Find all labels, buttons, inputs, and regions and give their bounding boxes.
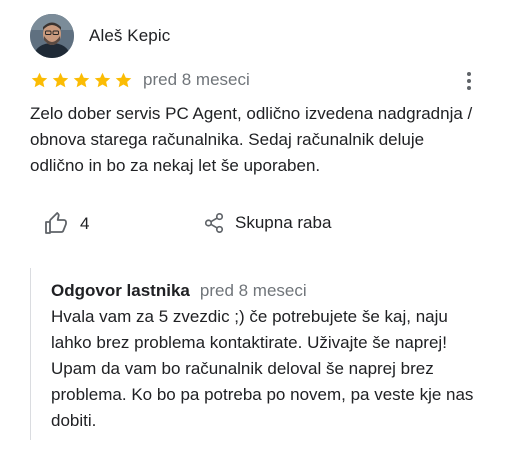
avatar[interactable]	[30, 14, 74, 58]
star-rating	[30, 71, 133, 90]
owner-reply-text: Hvala vam za 5 zvezdic ;) če potrebujete…	[51, 307, 474, 430]
more-options-button[interactable]	[459, 70, 479, 92]
star-icon	[94, 72, 111, 87]
star-icon	[115, 72, 132, 87]
like-button[interactable]: 4	[44, 212, 89, 236]
owner-reply-time: pred 8 meseci	[199, 281, 307, 300]
share-button[interactable]: Skupna raba	[203, 212, 331, 234]
share-label: Skupna raba	[235, 213, 332, 232]
owner-reply: Odgovor lastnika pred 8 meseci Hvala vam…	[30, 268, 486, 440]
thumb-up-icon	[45, 212, 67, 234]
owner-reply-header: Odgovor lastnika pred 8 meseci	[51, 281, 307, 301]
review-time: pred 8 meseci	[143, 70, 250, 89]
rating-row: pred 8 meseci	[30, 70, 250, 90]
star-icon	[73, 72, 90, 87]
review-text: Zelo dober servis PC Agent, odlično izve…	[30, 104, 473, 175]
more-vert-icon	[467, 72, 471, 90]
star-icon	[52, 72, 69, 87]
reviewer-name[interactable]: Aleš Kepic	[89, 26, 170, 46]
like-count: 4	[80, 214, 90, 233]
owner-reply-title: Odgovor lastnika	[51, 281, 190, 300]
share-icon	[204, 213, 224, 233]
avatar-photo	[30, 14, 74, 58]
star-icon	[31, 72, 48, 87]
